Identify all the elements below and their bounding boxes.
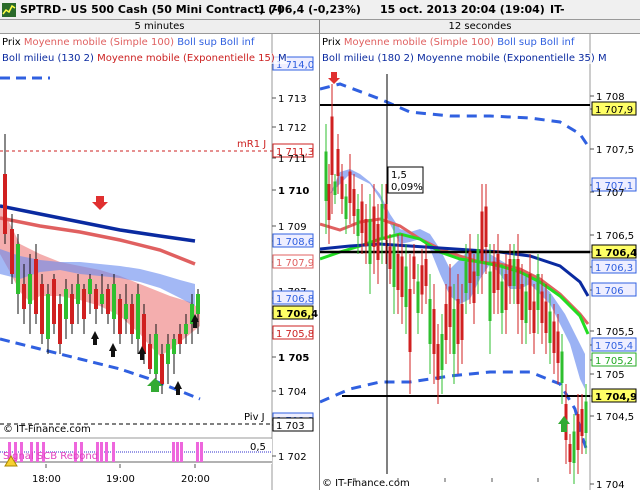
mr1-label: mR1 J — [237, 139, 266, 150]
oscillator-bar — [180, 442, 183, 462]
tooltip-value: 1,5 — [391, 170, 407, 181]
x-tick-label: 19:00 — [106, 474, 135, 485]
chart-5min[interactable]: 5 minutes mR1 J Piv J 1 714,0 1 713 1 712 1… — [0, 20, 319, 490]
oscillator-bar — [112, 442, 115, 462]
y-tick-label: 1 705,2 — [595, 356, 633, 367]
title-bar: SPTRD - US 500 Cash (50 Mini Contract) (… — [0, 0, 640, 36]
chart-12sec-canvas[interactable]: 1,5 0,09% © IT-Finance.com 1 708 1 707,9 1… — [320, 34, 640, 490]
datetime: 15 oct. 2013 20:04 (19:04) — [380, 3, 545, 16]
y-tick-label: 1 707,5 — [596, 145, 634, 156]
y-tick-label: 1 706,8 — [276, 294, 314, 305]
copyright-left: © IT-Finance.com — [3, 424, 91, 435]
y-tick-label: 1 710 — [278, 186, 309, 197]
chart-app-icon — [2, 3, 16, 17]
last-price: 1 706,4 (-0,23%) — [258, 3, 361, 16]
y-tick-label: 1 712 — [278, 123, 307, 134]
legend-line2-left: Boll milieu (130 2) Moyenne mobile (Expo… — [2, 53, 287, 64]
y-tick-label: 1 705,8 — [276, 329, 314, 340]
copyright-right: © IT-Finance.com — [322, 478, 410, 489]
y-tick-label: 1 705 — [278, 353, 309, 364]
y-tick-label: 1 705,4 — [595, 341, 633, 352]
y-tick-label: 1 709 — [278, 222, 307, 233]
y-tick-label: 1 703 — [276, 421, 305, 432]
y-tick-label: 1 705,5 — [596, 327, 634, 338]
y-tick-label: 1 706,5 — [596, 231, 634, 242]
y-tick-label: 1 704 — [596, 480, 625, 490]
oscillator-bar — [176, 442, 179, 462]
osc-label: Signal SCB Rebond — [3, 451, 98, 462]
timeframe-header: 5 minutes — [0, 20, 319, 34]
y-tick-label: 1 702 — [278, 452, 307, 463]
legend-line1-left: Prix Moyenne mobile (Simple 100) Boll su… — [2, 37, 255, 48]
legend-line2-right: Boll milieu (180 2) Moyenne mobile (Expo… — [322, 53, 607, 64]
oscillator-bar — [105, 442, 108, 462]
y-tick-label: 1 704,5 — [596, 412, 634, 423]
y-tick-label: 1 711 — [278, 154, 307, 165]
oscillator-bar — [172, 442, 175, 462]
x-tick-label: 18:00 — [32, 474, 61, 485]
candlestick — [40, 274, 44, 344]
chart-5min-canvas[interactable]: mR1 J Piv J 1 714,01 7131 7121 711,31 71… — [0, 34, 319, 490]
instrument-name: - US 500 Cash (50 Mini Contract) (-) — [62, 3, 283, 16]
legend-line1-right: Prix Moyenne mobile (Simple 100) Boll su… — [322, 37, 575, 48]
oscillator-bar — [196, 442, 199, 462]
piv-label: Piv J — [244, 412, 265, 423]
chart-12sec[interactable]: 12 secondes 1,5 0,09% © IT-Finance.com 1… — [319, 20, 640, 490]
timeframe-header: 12 secondes — [320, 20, 640, 34]
y-tick-label: 1 708,6 — [276, 237, 314, 248]
y-tick-label: 1 704,9 — [595, 392, 637, 403]
x-tick-label: 20:00 — [181, 474, 210, 485]
y-tick-label: 1 706,3 — [595, 263, 633, 274]
tooltip-percent: 0,09% — [391, 182, 423, 193]
y-tick-label: 1 704 — [278, 387, 307, 398]
oscillator-bar — [100, 442, 103, 462]
y-tick-label: 1 707 — [596, 188, 625, 199]
symbol: SPTRD — [20, 3, 62, 16]
y-tick-label: 1 707,9 — [595, 105, 633, 116]
y-tick-label: 1 706,4 — [276, 309, 318, 320]
oscillator-bar — [200, 442, 203, 462]
y-tick-label: 1 705 — [596, 370, 625, 381]
y-tick-label: 1 707,9 — [276, 258, 314, 269]
y-tick-label: 1 713 — [278, 94, 307, 105]
y-tick-label: 1 706,4 — [595, 248, 637, 259]
y-tick-label: 1 708 — [596, 92, 625, 103]
osc-value: 0,5 — [250, 442, 266, 453]
y-tick-label: 1 706 — [595, 286, 624, 297]
